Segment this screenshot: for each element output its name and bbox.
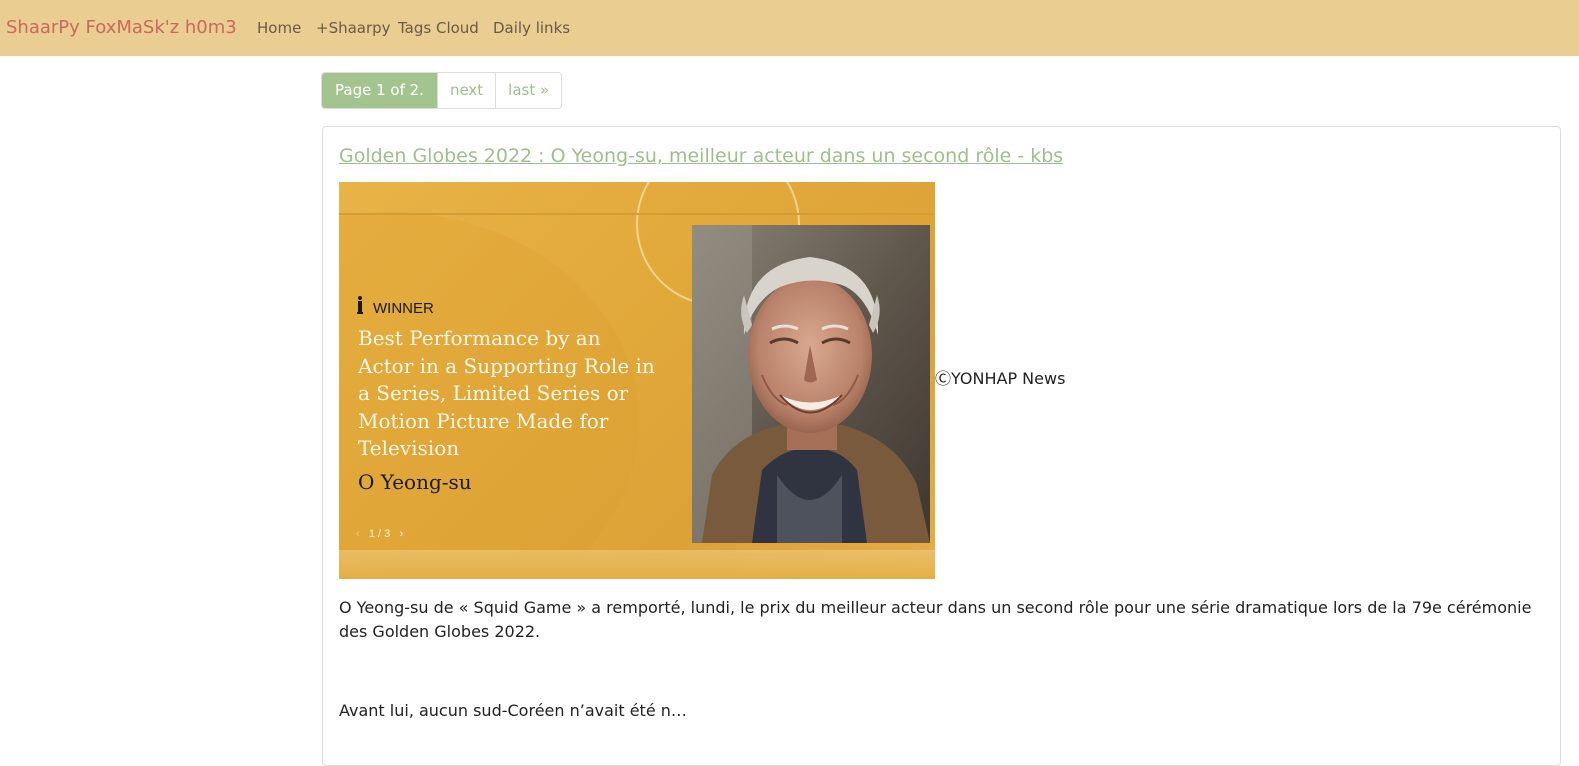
- entry-card: Golden Globes 2022 : O Yeong-su, meilleu…: [322, 126, 1561, 766]
- portrait-photo: [692, 225, 930, 543]
- brand-link[interactable]: ShaarPy FoxMaSk'z h0m3: [6, 16, 237, 40]
- winner-label: WINNER: [373, 300, 434, 317]
- slide-total: 3: [384, 528, 391, 540]
- entry-title-link[interactable]: Golden Globes 2022 : O Yeong-su, meilleu…: [339, 143, 1063, 169]
- nav-link-add-shaarpy[interactable]: +Shaarpy: [316, 18, 391, 38]
- pagination-last-link[interactable]: last »: [496, 73, 562, 108]
- banner-decor-bottom: [339, 550, 935, 579]
- slide-separator: /: [378, 528, 382, 540]
- slide-current: 1: [368, 528, 375, 540]
- slide-next-icon: ›: [399, 528, 404, 540]
- portrait-illustration: [692, 225, 930, 543]
- image-credit: ⒸYONHAP News: [935, 369, 1066, 388]
- nav-link-home[interactable]: Home: [257, 18, 301, 38]
- pagination-next-link[interactable]: next: [437, 73, 497, 108]
- entry-image[interactable]: WINNER Best Performance by an Actor in a…: [339, 182, 935, 579]
- pagination: Page 1 of 2. next last »: [321, 72, 563, 109]
- entry-paragraph: Avant lui, aucun sud-Coréen n’avait été …: [339, 701, 687, 720]
- slide-counter: ‹ 1 / 3 ›: [356, 528, 403, 540]
- banner-decor-line: [339, 213, 935, 215]
- pagination-current-page: Page 1 of 2.: [322, 73, 438, 108]
- navbar: ShaarPy FoxMaSk'z h0m3 Home +Shaarpy Tag…: [0, 0, 1579, 56]
- nav-link-daily-links[interactable]: Daily links: [493, 18, 570, 38]
- slide-prev-icon: ‹: [356, 528, 360, 540]
- entry-paragraph: O Yeong-su de « Squid Game » a remporté,…: [339, 598, 1532, 641]
- award-category: Best Performance by an Actor in a Suppor…: [358, 326, 655, 460]
- nav-link-tags-cloud[interactable]: Tags Cloud: [398, 18, 479, 38]
- award-trophy-icon: [357, 296, 363, 314]
- winner-name: O Yeong-su: [358, 470, 472, 494]
